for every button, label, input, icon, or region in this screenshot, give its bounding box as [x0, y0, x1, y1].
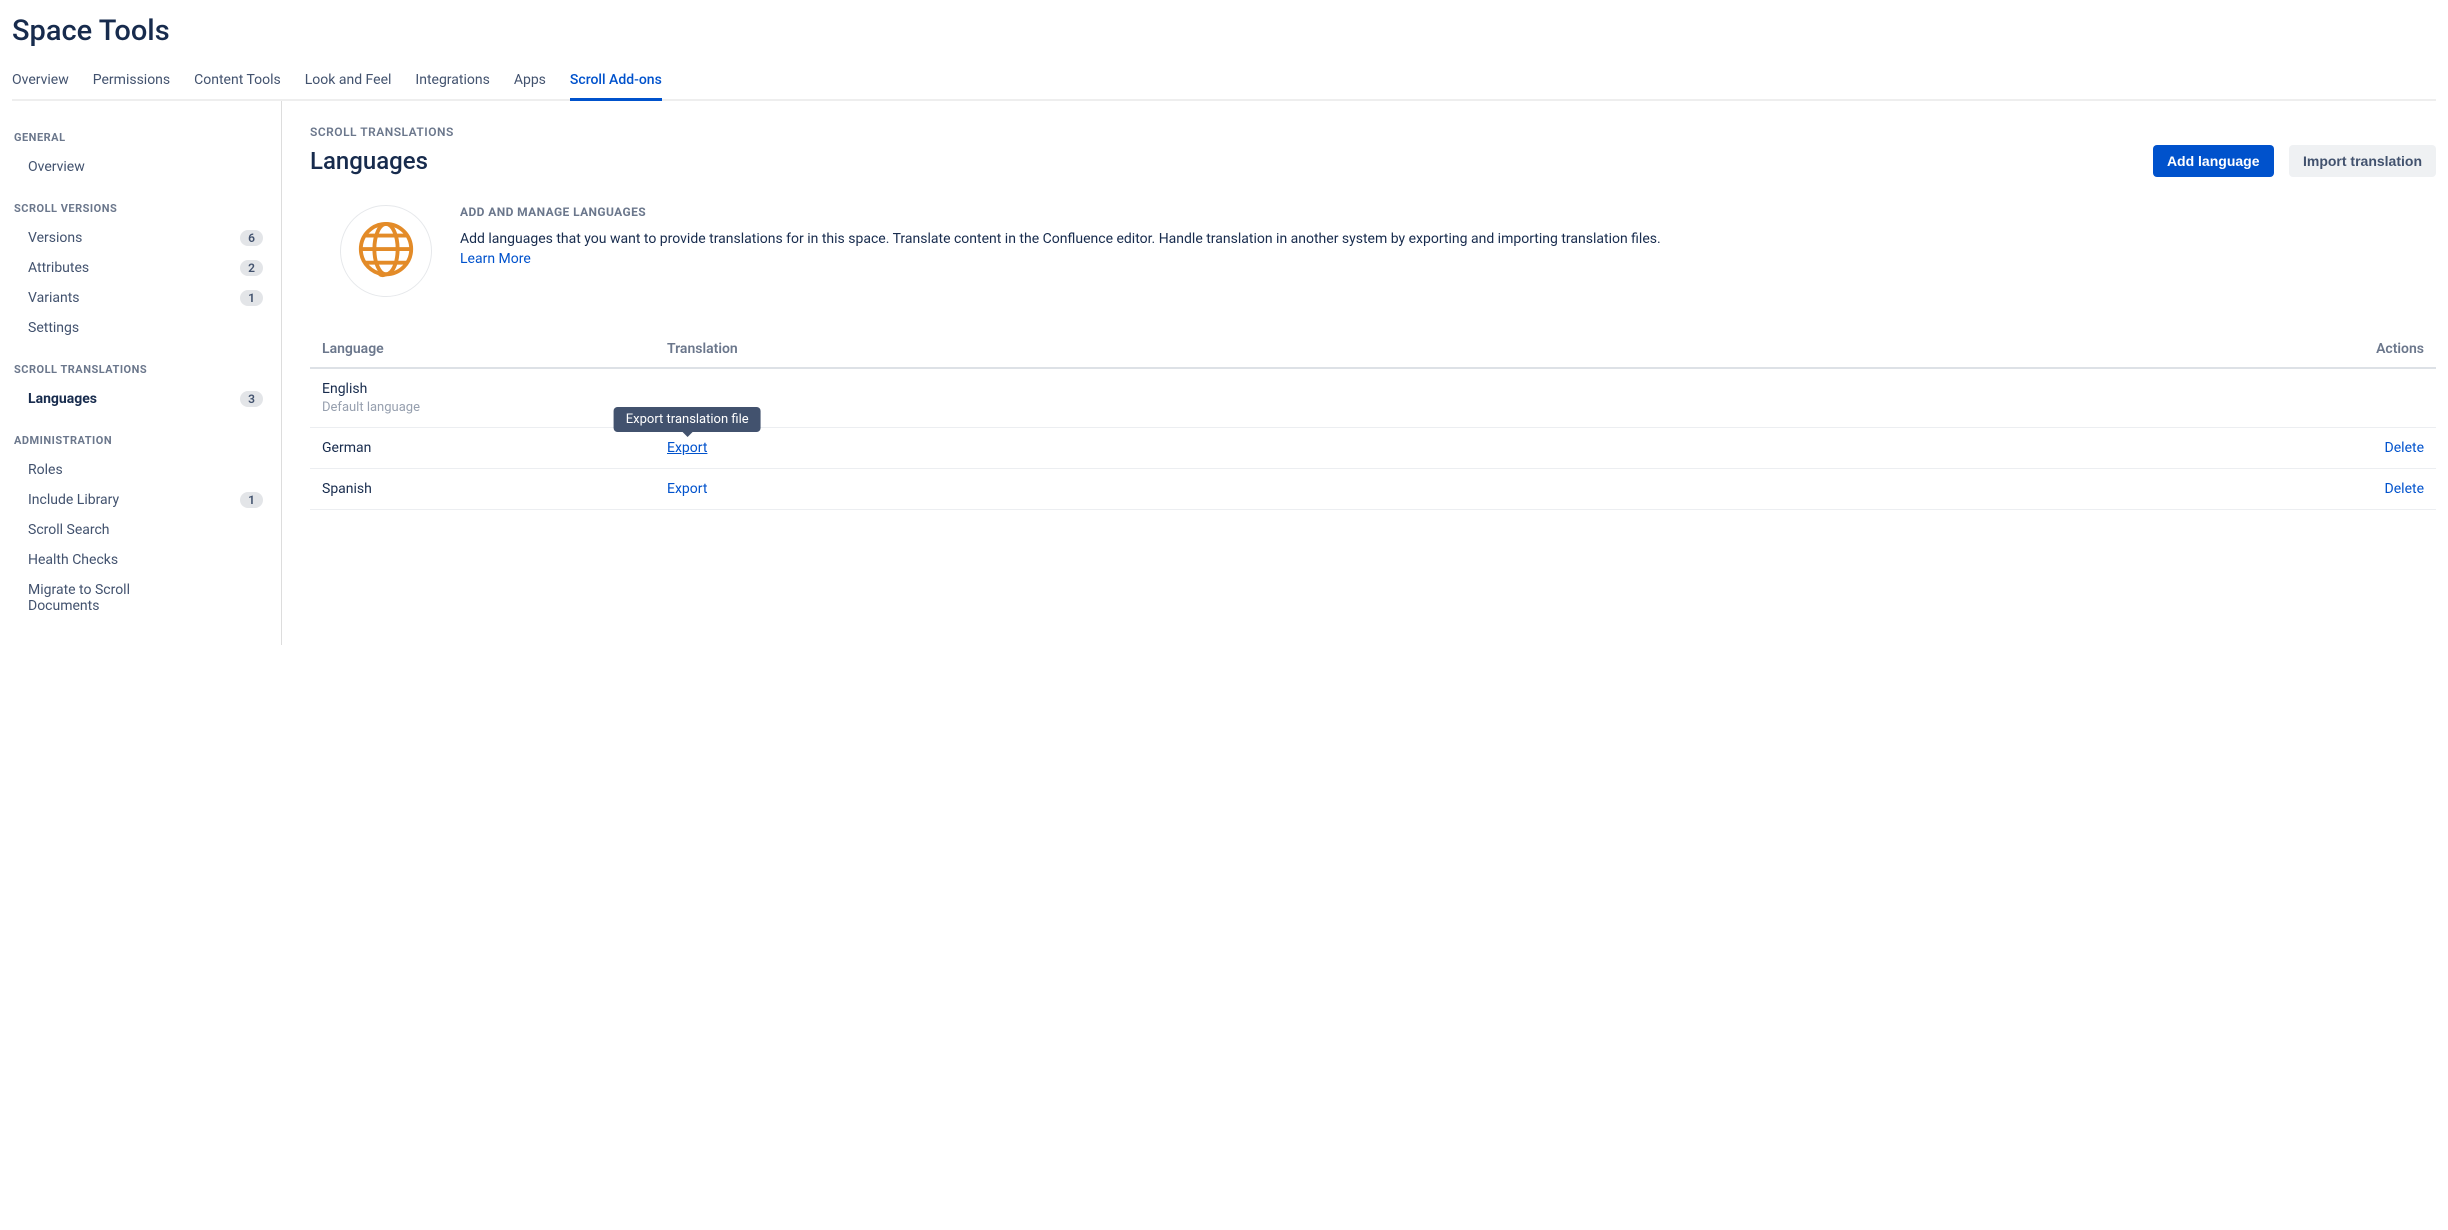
export-link[interactable]: Export [667, 481, 707, 497]
col-actions: Actions [2316, 331, 2436, 368]
sidebar-item-label: Migrate to Scroll Documents [28, 582, 184, 614]
tab-content-tools[interactable]: Content Tools [194, 66, 281, 101]
import-translation-button[interactable]: Import translation [2289, 145, 2436, 177]
col-translation: Translation [655, 331, 2316, 368]
col-language: Language [310, 331, 655, 368]
delete-link[interactable]: Delete [2385, 440, 2424, 456]
sidebar-item-label: Roles [28, 462, 63, 478]
sidebar-item-label: Overview [28, 159, 85, 175]
delete-link[interactable]: Delete [2385, 481, 2424, 497]
sidebar-item-variants[interactable]: Variants 1 [12, 283, 271, 313]
tab-permissions[interactable]: Permissions [93, 66, 170, 101]
tab-apps[interactable]: Apps [514, 66, 546, 101]
table-row: German Export translation file Export De… [310, 428, 2436, 469]
tab-look-and-feel[interactable]: Look and Feel [305, 66, 392, 101]
sidebar-item-languages[interactable]: Languages 3 [12, 384, 271, 414]
export-link[interactable]: Export [667, 440, 707, 456]
sidebar-item-scroll-search[interactable]: Scroll Search [12, 515, 271, 545]
sidebar-item-label: Versions [28, 230, 82, 246]
sidebar-item-overview[interactable]: Overview [12, 152, 271, 182]
count-badge: 1 [240, 492, 263, 508]
learn-more-link[interactable]: Learn More [460, 251, 531, 267]
count-badge: 3 [240, 391, 263, 407]
language-name: Spanish [310, 469, 655, 510]
sidebar-item-label: Attributes [28, 260, 89, 276]
breadcrumb: SCROLL TRANSLATIONS [310, 125, 2436, 139]
table-row: Spanish Export Delete [310, 469, 2436, 510]
page-title: Space Tools [12, 14, 2436, 48]
main-content: SCROLL TRANSLATIONS Languages Add langua… [282, 101, 2436, 645]
tooltip: Export translation file [614, 407, 761, 432]
count-badge: 6 [240, 230, 263, 246]
sidebar-item-label: Scroll Search [28, 522, 110, 538]
sidebar-item-attributes[interactable]: Attributes 2 [12, 253, 271, 283]
content-title: Languages [310, 147, 428, 175]
add-language-button[interactable]: Add language [2153, 145, 2274, 177]
sidebar-section-general: GENERAL [12, 131, 271, 144]
sidebar-item-label: Health Checks [28, 552, 118, 568]
sidebar-item-roles[interactable]: Roles [12, 455, 271, 485]
language-name: English [322, 381, 643, 397]
language-name: German [310, 428, 655, 469]
sidebar-item-label: Settings [28, 320, 79, 336]
tab-integrations[interactable]: Integrations [415, 66, 489, 101]
sidebar-item-migrate[interactable]: Migrate to Scroll Documents [12, 575, 192, 621]
sidebar-section-scroll-versions: SCROLL VERSIONS [12, 202, 271, 215]
sidebar-item-label: Variants [28, 290, 80, 306]
sidebar-item-health-checks[interactable]: Health Checks [12, 545, 271, 575]
sidebar-item-label: Languages [28, 391, 97, 407]
count-badge: 1 [240, 290, 263, 306]
language-subtext: Default language [322, 400, 643, 415]
intro-text: Add languages that you want to provide t… [460, 231, 1661, 247]
globe-icon [340, 205, 432, 297]
sidebar-section-administration: ADMINISTRATION [12, 434, 271, 447]
sidebar: GENERAL Overview SCROLL VERSIONS Version… [12, 101, 282, 645]
tab-bar: Overview Permissions Content Tools Look … [12, 66, 2436, 101]
sidebar-item-label: Include Library [28, 492, 119, 508]
tab-overview[interactable]: Overview [12, 66, 69, 101]
languages-table: Language Translation Actions English Def… [310, 331, 2436, 510]
sidebar-section-scroll-translations: SCROLL TRANSLATIONS [12, 363, 271, 376]
sidebar-item-versions[interactable]: Versions 6 [12, 223, 271, 253]
tab-scroll-addons[interactable]: Scroll Add-ons [570, 66, 662, 101]
intro-heading: ADD AND MANAGE LANGUAGES [460, 205, 2436, 219]
count-badge: 2 [240, 260, 263, 276]
sidebar-item-include-library[interactable]: Include Library 1 [12, 485, 271, 515]
sidebar-item-settings[interactable]: Settings [12, 313, 271, 343]
